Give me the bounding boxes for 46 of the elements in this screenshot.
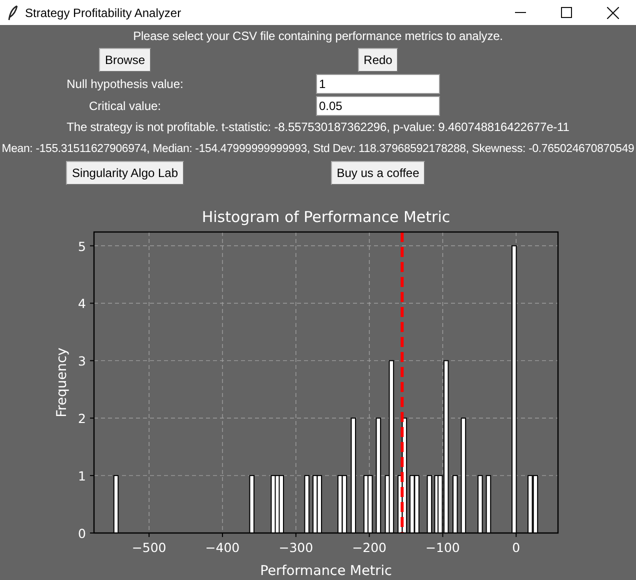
x-tick-label: 0 <box>512 540 520 555</box>
x-tick-label: −200 <box>352 540 386 555</box>
close-icon[interactable] <box>607 6 619 18</box>
coffee-button[interactable]: Buy us a coffee <box>330 161 426 185</box>
tick-mark <box>295 532 296 538</box>
browse-button[interactable]: Browse <box>98 48 151 72</box>
y-tick-label: 3 <box>78 354 86 369</box>
x-tick-label: −300 <box>278 540 314 555</box>
result-text: The strategy is not profitable. t-statistic: -8.557530187362296, p-value: 9.460748816422677e-11 <box>66 120 570 134</box>
histogram-bar <box>452 475 458 534</box>
histogram-bar <box>304 475 310 534</box>
lab-link-button[interactable]: Singularity Algo Lab <box>66 161 184 185</box>
tick-mark <box>90 245 94 246</box>
field-label: Null hypothesis value: <box>66 77 184 91</box>
y-tick-label: 0 <box>78 526 86 541</box>
x-axis-label: Performance Metric <box>260 563 392 579</box>
y-tick-label: 4 <box>78 296 86 312</box>
x-tick-label: −500 <box>132 540 166 555</box>
tick-mark <box>90 532 94 534</box>
x-tick-label: −100 <box>426 540 460 555</box>
y-axis-label: Frequency <box>54 348 70 418</box>
histogram-bar <box>249 475 254 534</box>
x-tick-label: −400 <box>205 540 240 555</box>
tick-mark <box>90 475 94 476</box>
tick-mark <box>148 532 150 538</box>
chart-title: Histogram of Performance Metric <box>202 208 450 226</box>
maximize-icon[interactable] <box>561 7 572 18</box>
histogram-bar <box>486 475 492 534</box>
field-label: Critical value: <box>88 99 162 113</box>
input-field[interactable]: 0.05 <box>316 96 440 116</box>
y-tick-label: 2 <box>78 411 86 426</box>
y-tick-label: 1 <box>78 468 86 484</box>
tick-mark <box>90 302 94 304</box>
histogram-bar <box>426 475 432 534</box>
tick-mark <box>222 532 223 538</box>
histogram-bar <box>478 475 483 534</box>
tick-mark <box>90 418 94 419</box>
input-field[interactable]: 1 <box>316 74 440 94</box>
histogram-bar <box>113 475 119 534</box>
redo-button[interactable]: Redo <box>358 48 398 72</box>
tick-mark <box>90 360 94 362</box>
instruction-text: Please select your CSV file containing performance metrics to analyze. <box>133 29 503 43</box>
statistics-text: Mean: -155.31511627906974, Median: -154.47999999999993, Std Dev: 118.37968592178288, Skewness: -0.765024670870549 <box>2 143 634 155</box>
window-title: Strategy Profitability Analyzer <box>25 6 182 20</box>
y-tick-label: 5 <box>78 238 86 254</box>
feather-icon <box>8 4 18 20</box>
